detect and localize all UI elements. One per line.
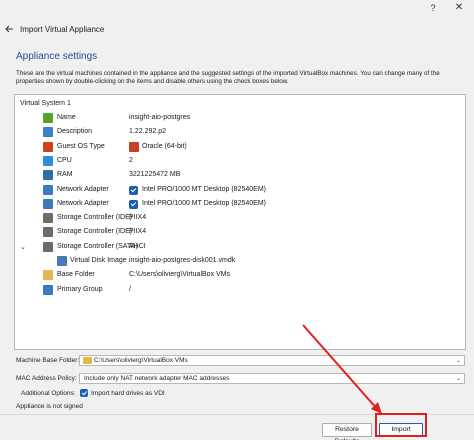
additional-options-label: Additional Options: — [21, 390, 76, 397]
tree-row-value[interactable]: AHCI — [129, 243, 146, 250]
import-vdi-checkbox[interactable] — [80, 389, 88, 397]
tree-row-label: Name — [57, 114, 76, 121]
tree-row[interactable]: ⌄ Storage Controller (SATA) AHCI — [15, 240, 465, 254]
tree-row[interactable]: Storage Controller (IDE) PIIX4 — [15, 225, 465, 239]
close-button[interactable]: ✕ — [452, 2, 466, 14]
tree-row[interactable]: Base Folder C:\Users\olivierg\VirtualBox … — [15, 268, 465, 282]
tree-row[interactable]: RAM 3221225472 MB — [15, 168, 465, 182]
tree-row-value[interactable]: / — [129, 286, 131, 293]
tree-row-value[interactable]: Oracle (64-bit) — [142, 143, 187, 150]
tree-row-value[interactable]: PIIX4 — [129, 214, 146, 221]
tree-row-value[interactable]: 2 — [129, 157, 133, 164]
tree-row-value[interactable]: Intel PRO/1000 MT Desktop (82540EM) — [142, 200, 266, 207]
tree-row[interactable]: Guest OS Type Oracle (64-bit) — [15, 140, 465, 154]
page-title: Appliance settings — [16, 51, 98, 62]
folder-icon — [43, 270, 53, 281]
mac-policy-label: MAC Address Policy: — [16, 375, 77, 382]
import-vdi-label[interactable]: Import hard drives as VDI — [91, 390, 165, 397]
appliance-settings-tree[interactable]: Virtual System 1 Name insight-aio-postgre… — [14, 94, 466, 350]
os-type-icon — [43, 141, 53, 152]
folder-icon — [83, 357, 92, 364]
tree-row-label: Virtual Disk Image — [70, 257, 127, 264]
page-description: These are the virtual machines contained… — [16, 70, 440, 85]
tree-row-label: Guest OS Type — [57, 142, 105, 150]
tree-row[interactable]: Primary Group / — [15, 283, 465, 297]
tree-row-label: Description — [57, 128, 93, 136]
mac-policy-value: Include only NAT network adapter MAC add… — [84, 375, 230, 382]
group-icon — [43, 284, 53, 295]
ram-icon — [43, 170, 53, 181]
disk-icon — [57, 256, 67, 266]
tree-row-value[interactable]: 1.22.292.p2 — [129, 128, 166, 135]
oracle-os-icon — [129, 141, 139, 152]
tree-row-value[interactable]: 3221225472 MB — [129, 171, 180, 178]
tree-row-value[interactable]: C:\Users\olivierg\VirtualBox VMs — [129, 271, 230, 278]
signature-status: Appliance is not signed — [16, 403, 83, 410]
base-folder-value: C:\Users\olivierg\VirtualBox VMs — [94, 357, 188, 364]
cpu-icon — [43, 155, 53, 166]
storage-sata-icon — [43, 241, 53, 252]
tree-row-label: Primary Group — [57, 285, 103, 293]
chevron-down-icon[interactable]: ⌄ — [456, 375, 461, 384]
restore-defaults-button[interactable]: Restore Defaults — [322, 423, 372, 440]
tree-row-value[interactable]: Intel PRO/1000 MT Desktop (82540EM) — [142, 186, 266, 193]
help-button[interactable]: ? — [426, 2, 440, 14]
network-adapter-checkbox[interactable] — [129, 185, 138, 195]
chevron-down-icon[interactable]: ⌄ — [456, 357, 461, 366]
tree-row-label: Storage Controller (SATA) — [57, 242, 138, 250]
storage-ide-icon — [43, 227, 53, 238]
tree-row-label: RAM — [57, 171, 73, 179]
expand-caret-icon[interactable]: ⌄ — [20, 243, 26, 251]
back-arrow-icon[interactable] — [4, 24, 14, 34]
storage-ide-icon — [43, 213, 53, 224]
wizard-title: Import Virtual Appliance — [20, 25, 105, 34]
tree-row[interactable]: Description 1.22.292.p2 — [15, 125, 465, 139]
name-icon — [43, 113, 53, 123]
base-folder-label: Machine Base Folder: — [16, 357, 80, 364]
virtual-system-label[interactable]: Virtual System 1 — [20, 100, 71, 107]
tree-row-label: Storage Controller (IDE) — [57, 228, 133, 236]
tree-row-value[interactable]: insight-aio-postgres — [129, 114, 190, 121]
tree-row-label: Network Adapter — [57, 199, 109, 207]
network-icon — [43, 198, 53, 209]
base-folder-field[interactable]: C:\Users\olivierg\VirtualBox VMs ⌄ — [79, 355, 465, 366]
tree-row-label: Storage Controller (IDE) — [57, 214, 133, 222]
tree-row-label: CPU — [57, 156, 72, 164]
network-icon — [43, 184, 53, 195]
description-icon — [43, 127, 53, 138]
tree-row[interactable]: Network Adapter Intel PRO/1000 MT Desktop… — [15, 197, 465, 211]
tree-row[interactable]: CPU 2 — [15, 154, 465, 168]
tree-row[interactable]: Storage Controller (IDE) PIIX4 — [15, 211, 465, 225]
tree-row-value[interactable]: insight-aio-postgres-disk001.vmdk — [129, 257, 235, 264]
annotation-highlight-box — [375, 413, 427, 437]
tree-row[interactable]: Virtual Disk Image insight-aio-postgres-d… — [15, 254, 465, 268]
title-bar: ? ✕ Import Virtual Appliance — [0, 0, 474, 42]
tree-row-label: Network Adapter — [57, 185, 109, 193]
tree-row[interactable]: Network Adapter Intel PRO/1000 MT Desktop… — [15, 183, 465, 197]
mac-policy-select[interactable]: Include only NAT network adapter MAC add… — [79, 373, 465, 384]
tree-row-label: Base Folder — [57, 271, 95, 279]
network-adapter-checkbox[interactable] — [129, 199, 138, 209]
tree-row-value[interactable]: PIIX4 — [129, 228, 146, 235]
tree-row[interactable]: Name insight-aio-postgres — [15, 111, 465, 125]
